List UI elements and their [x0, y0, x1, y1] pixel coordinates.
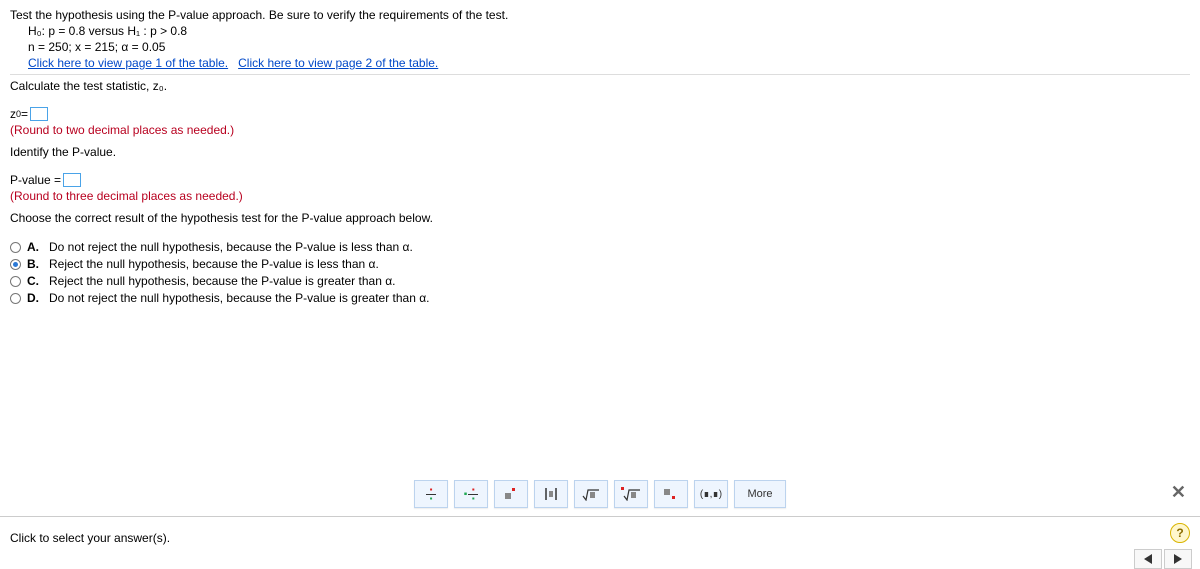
chevron-left-icon: [1144, 554, 1152, 564]
prev-button[interactable]: [1134, 549, 1162, 569]
option-c-text: Reject the null hypothesis, because the …: [49, 274, 395, 288]
option-a-text: Do not reject the null hypothesis, becau…: [49, 240, 413, 254]
z0-round-hint: (Round to two decimal places as needed.): [10, 123, 1190, 137]
option-b-text: Reject the null hypothesis, because the …: [49, 257, 379, 271]
option-d-letter: D.: [27, 291, 39, 305]
fraction-icon[interactable]: ▪▪: [414, 480, 448, 508]
subscript-icon[interactable]: [654, 480, 688, 508]
pvalue-round-hint: (Round to three decimal places as needed…: [10, 189, 1190, 203]
z0-input[interactable]: [30, 107, 48, 121]
pvalue-prompt: Identify the P-value.: [10, 145, 1190, 159]
exponent-icon[interactable]: [494, 480, 528, 508]
option-a-radio[interactable]: [10, 242, 21, 253]
divider: [10, 74, 1190, 75]
option-a-letter: A.: [27, 240, 39, 254]
chevron-right-icon: [1174, 554, 1182, 564]
option-b-radio[interactable]: [10, 259, 21, 270]
abs-value-icon[interactable]: [534, 480, 568, 508]
more-button[interactable]: More: [734, 480, 786, 508]
mixed-fraction-icon[interactable]: ▪▪▪: [454, 480, 488, 508]
table-page2-link[interactable]: Click here to view page 2 of the table.: [238, 56, 438, 70]
nth-root-icon[interactable]: [614, 480, 648, 508]
pvalue-label: P-value =: [10, 173, 61, 187]
z0-label-post: =: [21, 107, 28, 121]
sqrt-icon[interactable]: [574, 480, 608, 508]
table-page1-link[interactable]: Click here to view page 1 of the table.: [28, 56, 228, 70]
hypothesis-line: H₀: p = 0.8 versus H₁ : p > 0.8: [10, 24, 1190, 38]
question-intro: Test the hypothesis using the P-value ap…: [10, 8, 1190, 22]
pvalue-input[interactable]: [63, 173, 81, 187]
option-c-letter: C.: [27, 274, 39, 288]
interval-icon[interactable]: (∎,∎): [694, 480, 728, 508]
help-button[interactable]: ?: [1170, 523, 1190, 543]
math-toolbar: ▪▪ ▪▪▪ (∎,∎) More: [414, 480, 786, 508]
option-c-radio[interactable]: [10, 276, 21, 287]
option-d-text: Do not reject the null hypothesis, becau…: [49, 291, 430, 305]
choose-prompt: Choose the correct result of the hypothe…: [10, 211, 1190, 225]
close-icon[interactable]: ✕: [1171, 482, 1186, 503]
footer-prompt: Click to select your answer(s).: [10, 531, 170, 545]
next-button[interactable]: [1164, 549, 1192, 569]
calc-prompt: Calculate the test statistic, z₀.: [10, 79, 1190, 93]
option-b-letter: B.: [27, 257, 39, 271]
option-d-radio[interactable]: [10, 293, 21, 304]
params-line: n = 250; x = 215; α = 0.05: [10, 40, 1190, 54]
